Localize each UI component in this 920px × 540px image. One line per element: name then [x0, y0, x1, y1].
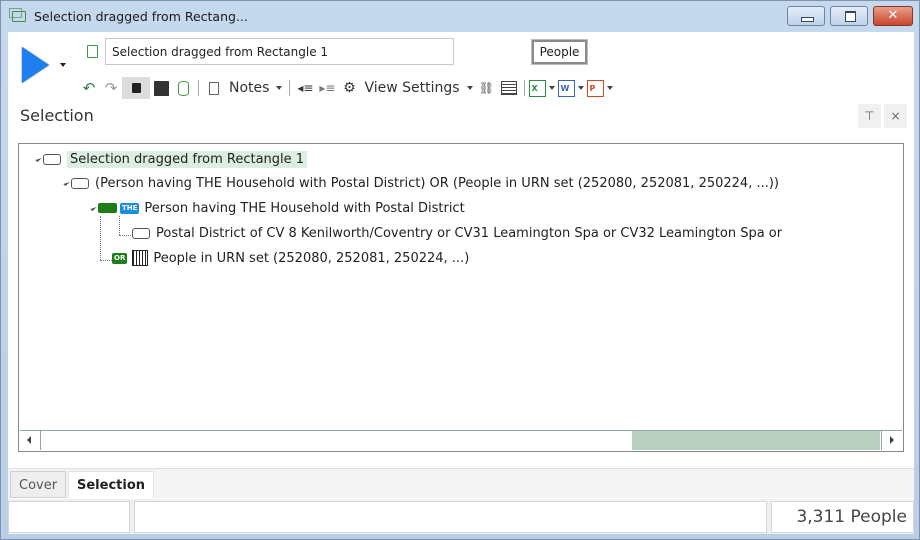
- tab-selection[interactable]: Selection: [68, 471, 155, 498]
- tree-connector: [100, 260, 112, 261]
- horizontal-scrollbar[interactable]: [20, 430, 902, 450]
- resolve-table-box[interactable]: People: [531, 39, 588, 65]
- undo-button[interactable]: ↶: [78, 77, 100, 99]
- save-icon: [153, 80, 169, 96]
- tab-cover[interactable]: Cover: [10, 471, 67, 498]
- close-button[interactable]: ✕: [873, 6, 913, 26]
- urn-set-icon: [132, 250, 149, 266]
- run-dropdown-arrow[interactable]: [60, 63, 66, 67]
- powerpoint-export-button[interactable]: P: [586, 77, 616, 99]
- selection-name-input[interactable]: [105, 38, 454, 65]
- undo-icon: ↶: [82, 79, 96, 97]
- lock-button[interactable]: [122, 77, 150, 99]
- pin-icon: ⊤: [864, 109, 875, 123]
- pane-close-button[interactable]: ×: [884, 104, 907, 128]
- toolbar: ↶ ↷ Notes ◂≡ ▸≡ ⚙ View Settings ⛓ X W P: [78, 75, 616, 101]
- grid-view-button[interactable]: [498, 77, 520, 99]
- tree-node[interactable]: Selection dragged from Rectangle 1: [35, 148, 308, 170]
- status-cell: [134, 501, 767, 533]
- scroll-thumb[interactable]: [632, 431, 880, 450]
- view-settings-icon-button[interactable]: ⚙: [338, 77, 360, 99]
- pin-button[interactable]: ⊤: [858, 104, 881, 128]
- view-settings-dropdown-icon: [466, 86, 473, 90]
- scroll-left-button[interactable]: [20, 431, 41, 450]
- database-button[interactable]: [172, 77, 194, 99]
- indent-button[interactable]: ▸≡: [316, 77, 338, 99]
- tree-node[interactable]: Postal District of CV 8 Kenilworth/Coven…: [132, 222, 782, 244]
- window-title: Selection dragged from Rectang...: [34, 9, 248, 24]
- collapse-icon[interactable]: [35, 155, 42, 163]
- tree-node-label: (Person having THE Household with Postal…: [95, 175, 779, 191]
- or-badge: OR: [112, 252, 128, 264]
- word-dropdown-icon: [577, 86, 584, 90]
- tree-connector: [100, 216, 101, 260]
- clipboard-button[interactable]: [203, 77, 225, 99]
- green-node-icon: [98, 203, 117, 213]
- database-icon: [177, 80, 189, 96]
- scroll-right-button[interactable]: [881, 431, 902, 450]
- tree-node-label: Person having THE Household with Postal …: [144, 200, 465, 216]
- window-icon: [9, 8, 26, 22]
- toolbar-separator: [198, 80, 199, 96]
- close-icon: ✕: [887, 8, 899, 23]
- tree-node[interactable]: OR People in URN set (252080, 252081, 25…: [112, 247, 469, 269]
- selection-node-icon: [132, 227, 150, 239]
- selection-node-icon: [71, 177, 89, 189]
- excel-dropdown-icon: [548, 86, 555, 90]
- collapse-icon[interactable]: [90, 204, 97, 212]
- lock-icon: [131, 83, 141, 93]
- grid-icon: [500, 81, 517, 95]
- toolbar-separator: [289, 80, 291, 96]
- minimize-button[interactable]: [787, 6, 825, 26]
- pane-title: Selection: [20, 106, 94, 125]
- view-settings-button[interactable]: View Settings: [360, 77, 475, 99]
- word-icon: W: [557, 79, 575, 97]
- powerpoint-dropdown-icon: [606, 86, 613, 90]
- tree-icon: ⛓: [478, 81, 495, 95]
- selection-node-icon: [43, 153, 61, 165]
- indent-icon: ▸≡: [319, 81, 336, 95]
- tree-node[interactable]: (Person having THE Household with Postal…: [63, 172, 779, 194]
- excel-icon: X: [528, 79, 546, 97]
- tree-node[interactable]: THE Person having THE Household with Pos…: [90, 197, 465, 219]
- outdent-icon: ◂≡: [297, 81, 314, 95]
- redo-icon: ↷: [104, 79, 118, 97]
- notes-button[interactable]: Notes: [225, 77, 285, 99]
- tab-bar: Cover Selection: [8, 468, 914, 498]
- run-button[interactable]: [22, 47, 49, 83]
- tree-node-label: Selection dragged from Rectangle 1: [67, 150, 308, 168]
- client-area: People ↶ ↷ Notes ◂≡ ▸≡ ⚙ View Settings ⛓…: [8, 32, 914, 534]
- tree-view-button[interactable]: ⛓: [476, 77, 498, 99]
- redo-button[interactable]: ↷: [100, 77, 122, 99]
- status-cell: [8, 501, 130, 533]
- clipboard-icon: [209, 81, 219, 95]
- document-icon: [87, 45, 98, 58]
- outdent-button[interactable]: ◂≡: [294, 77, 316, 99]
- powerpoint-icon: P: [586, 79, 604, 97]
- title-bar[interactable]: Selection dragged from Rectang... ✕: [1, 1, 919, 32]
- tree-node-label: Postal District of CV 8 Kenilworth/Coven…: [156, 225, 783, 241]
- settings-doc-icon: ⚙: [343, 80, 356, 96]
- the-badge: THE: [120, 202, 140, 214]
- record-count: 3,311 People: [771, 501, 914, 533]
- toolbar-separator: [523, 80, 525, 96]
- word-export-button[interactable]: W: [557, 77, 587, 99]
- maximize-button[interactable]: [830, 6, 868, 26]
- close-icon: ×: [890, 109, 901, 123]
- collapse-icon[interactable]: [63, 179, 70, 187]
- notes-dropdown-icon: [276, 86, 283, 90]
- selection-tree[interactable]: Selection dragged from Rectangle 1 (Pers…: [18, 143, 904, 452]
- tree-node-label: People in URN set (252080, 252081, 25022…: [153, 250, 470, 266]
- tree-connector: [119, 235, 131, 236]
- status-bar: 3,311 People: [8, 499, 914, 534]
- app-window: Selection dragged from Rectang... ✕ Peop…: [0, 0, 920, 540]
- save-button[interactable]: [150, 77, 172, 99]
- excel-export-button[interactable]: X: [528, 77, 558, 99]
